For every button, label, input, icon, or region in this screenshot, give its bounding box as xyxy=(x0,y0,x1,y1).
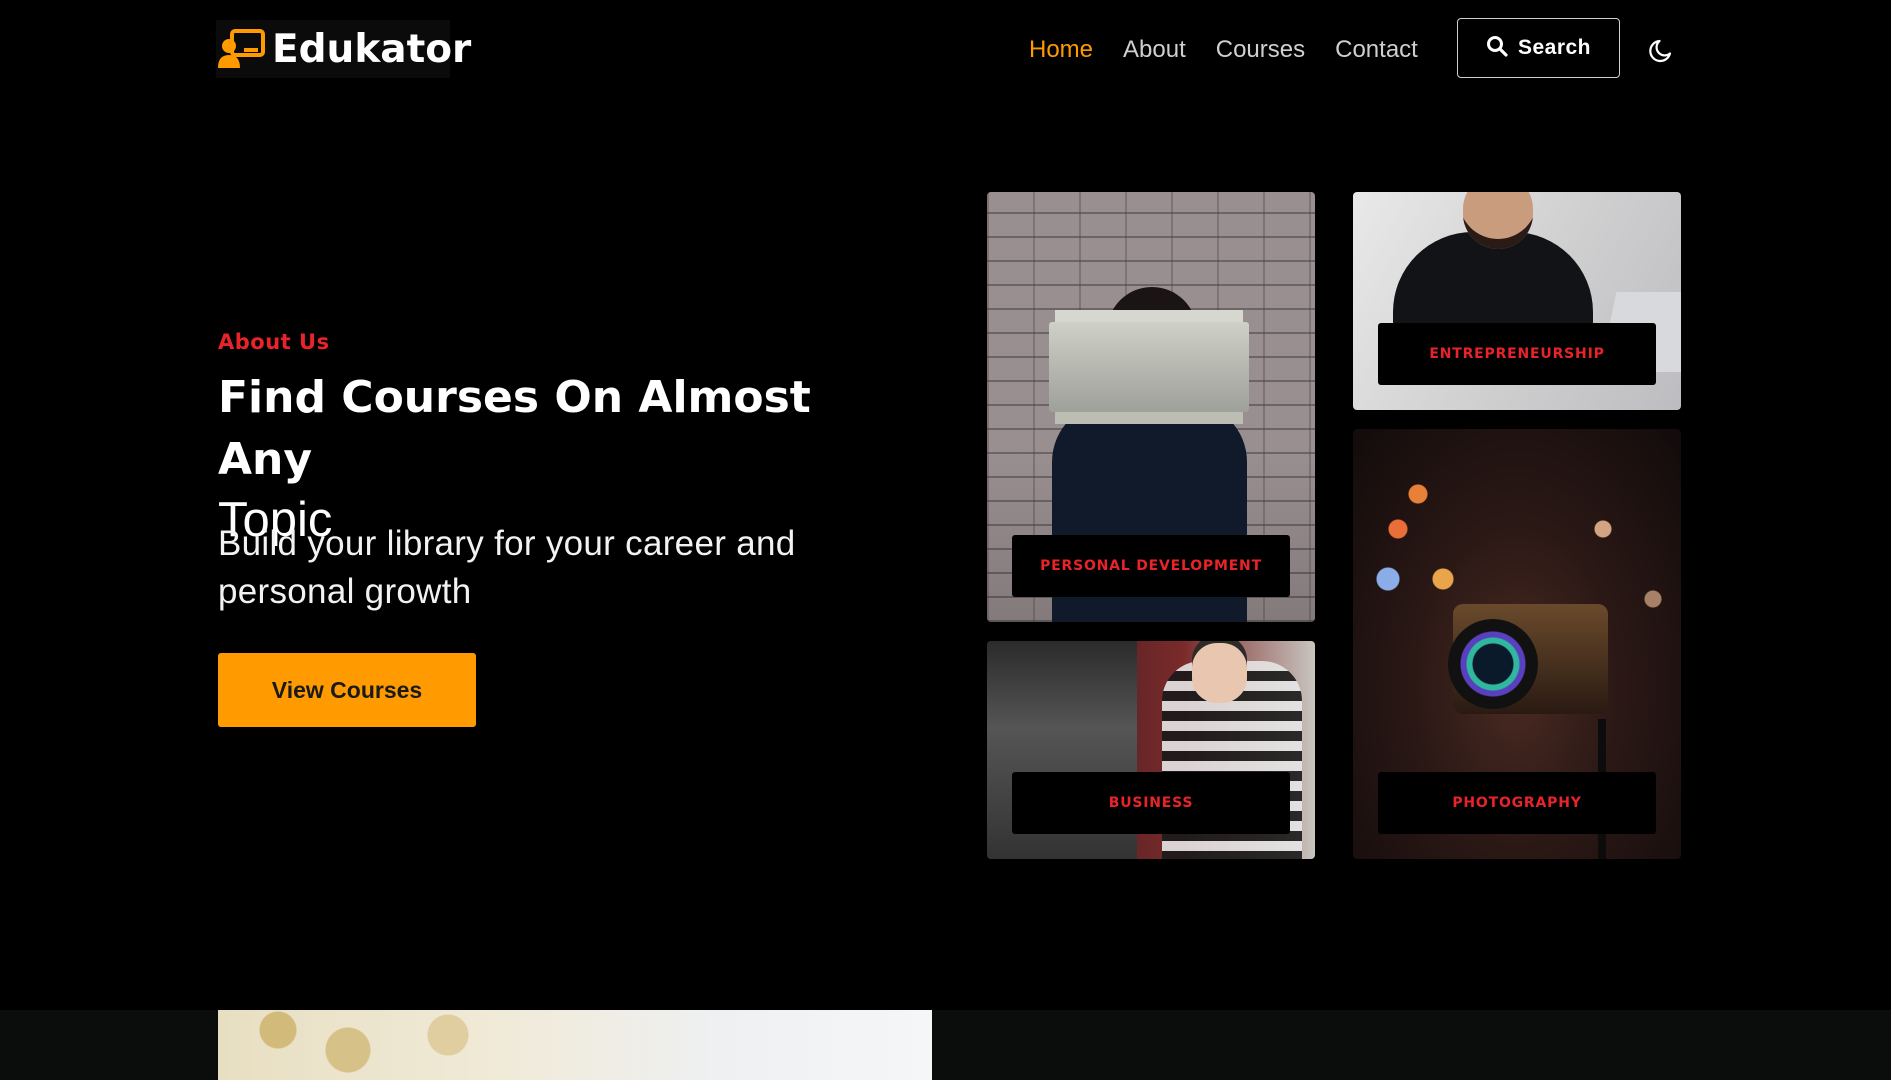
books-stack xyxy=(1049,322,1249,412)
about-section-image xyxy=(218,1010,932,1080)
category-label[interactable]: BUSINESS xyxy=(1012,772,1290,834)
category-card-personal-development[interactable]: PERSONAL DEVELOPMENT xyxy=(987,192,1315,622)
hero-eyebrow: About Us xyxy=(218,330,330,354)
main-nav: Home About Courses Contact xyxy=(1029,36,1448,64)
category-card-entrepreneurship[interactable]: ENTREPRENEURSHIP xyxy=(1353,192,1681,410)
category-card-photography[interactable]: PHOTOGRAPHY xyxy=(1353,429,1681,859)
category-label[interactable]: ENTREPRENEURSHIP xyxy=(1378,323,1656,385)
category-label[interactable]: PHOTOGRAPHY xyxy=(1378,772,1656,834)
nav-item-home[interactable]: Home xyxy=(1029,36,1093,64)
moon-icon[interactable] xyxy=(1648,36,1676,64)
hero-subtitle: Build your library for your career and p… xyxy=(218,524,796,611)
view-courses-button[interactable]: View Courses xyxy=(218,653,476,727)
nav-item-courses[interactable]: Courses xyxy=(1216,36,1305,64)
hero-title-bold: Find Courses On Almost Any xyxy=(218,372,811,485)
worker-head xyxy=(1192,643,1247,703)
about-section xyxy=(0,1010,1891,1080)
brand-name: Edukator xyxy=(272,26,472,72)
category-card-business[interactable]: BUSINESS xyxy=(987,641,1315,859)
search-button[interactable]: Search xyxy=(1457,18,1620,78)
nav-item-contact[interactable]: Contact xyxy=(1335,36,1418,64)
brand-logo[interactable]: Edukator xyxy=(216,20,471,78)
search-icon xyxy=(1486,35,1508,62)
site-header: Edukator Home About Courses Contact Sear… xyxy=(0,0,1891,100)
camera-lens-image xyxy=(1448,619,1538,709)
search-button-label: Search xyxy=(1517,36,1592,59)
category-label[interactable]: PERSONAL DEVELOPMENT xyxy=(1012,535,1290,597)
teacher-board-icon xyxy=(218,28,266,70)
nav-item-about[interactable]: About xyxy=(1123,36,1186,64)
